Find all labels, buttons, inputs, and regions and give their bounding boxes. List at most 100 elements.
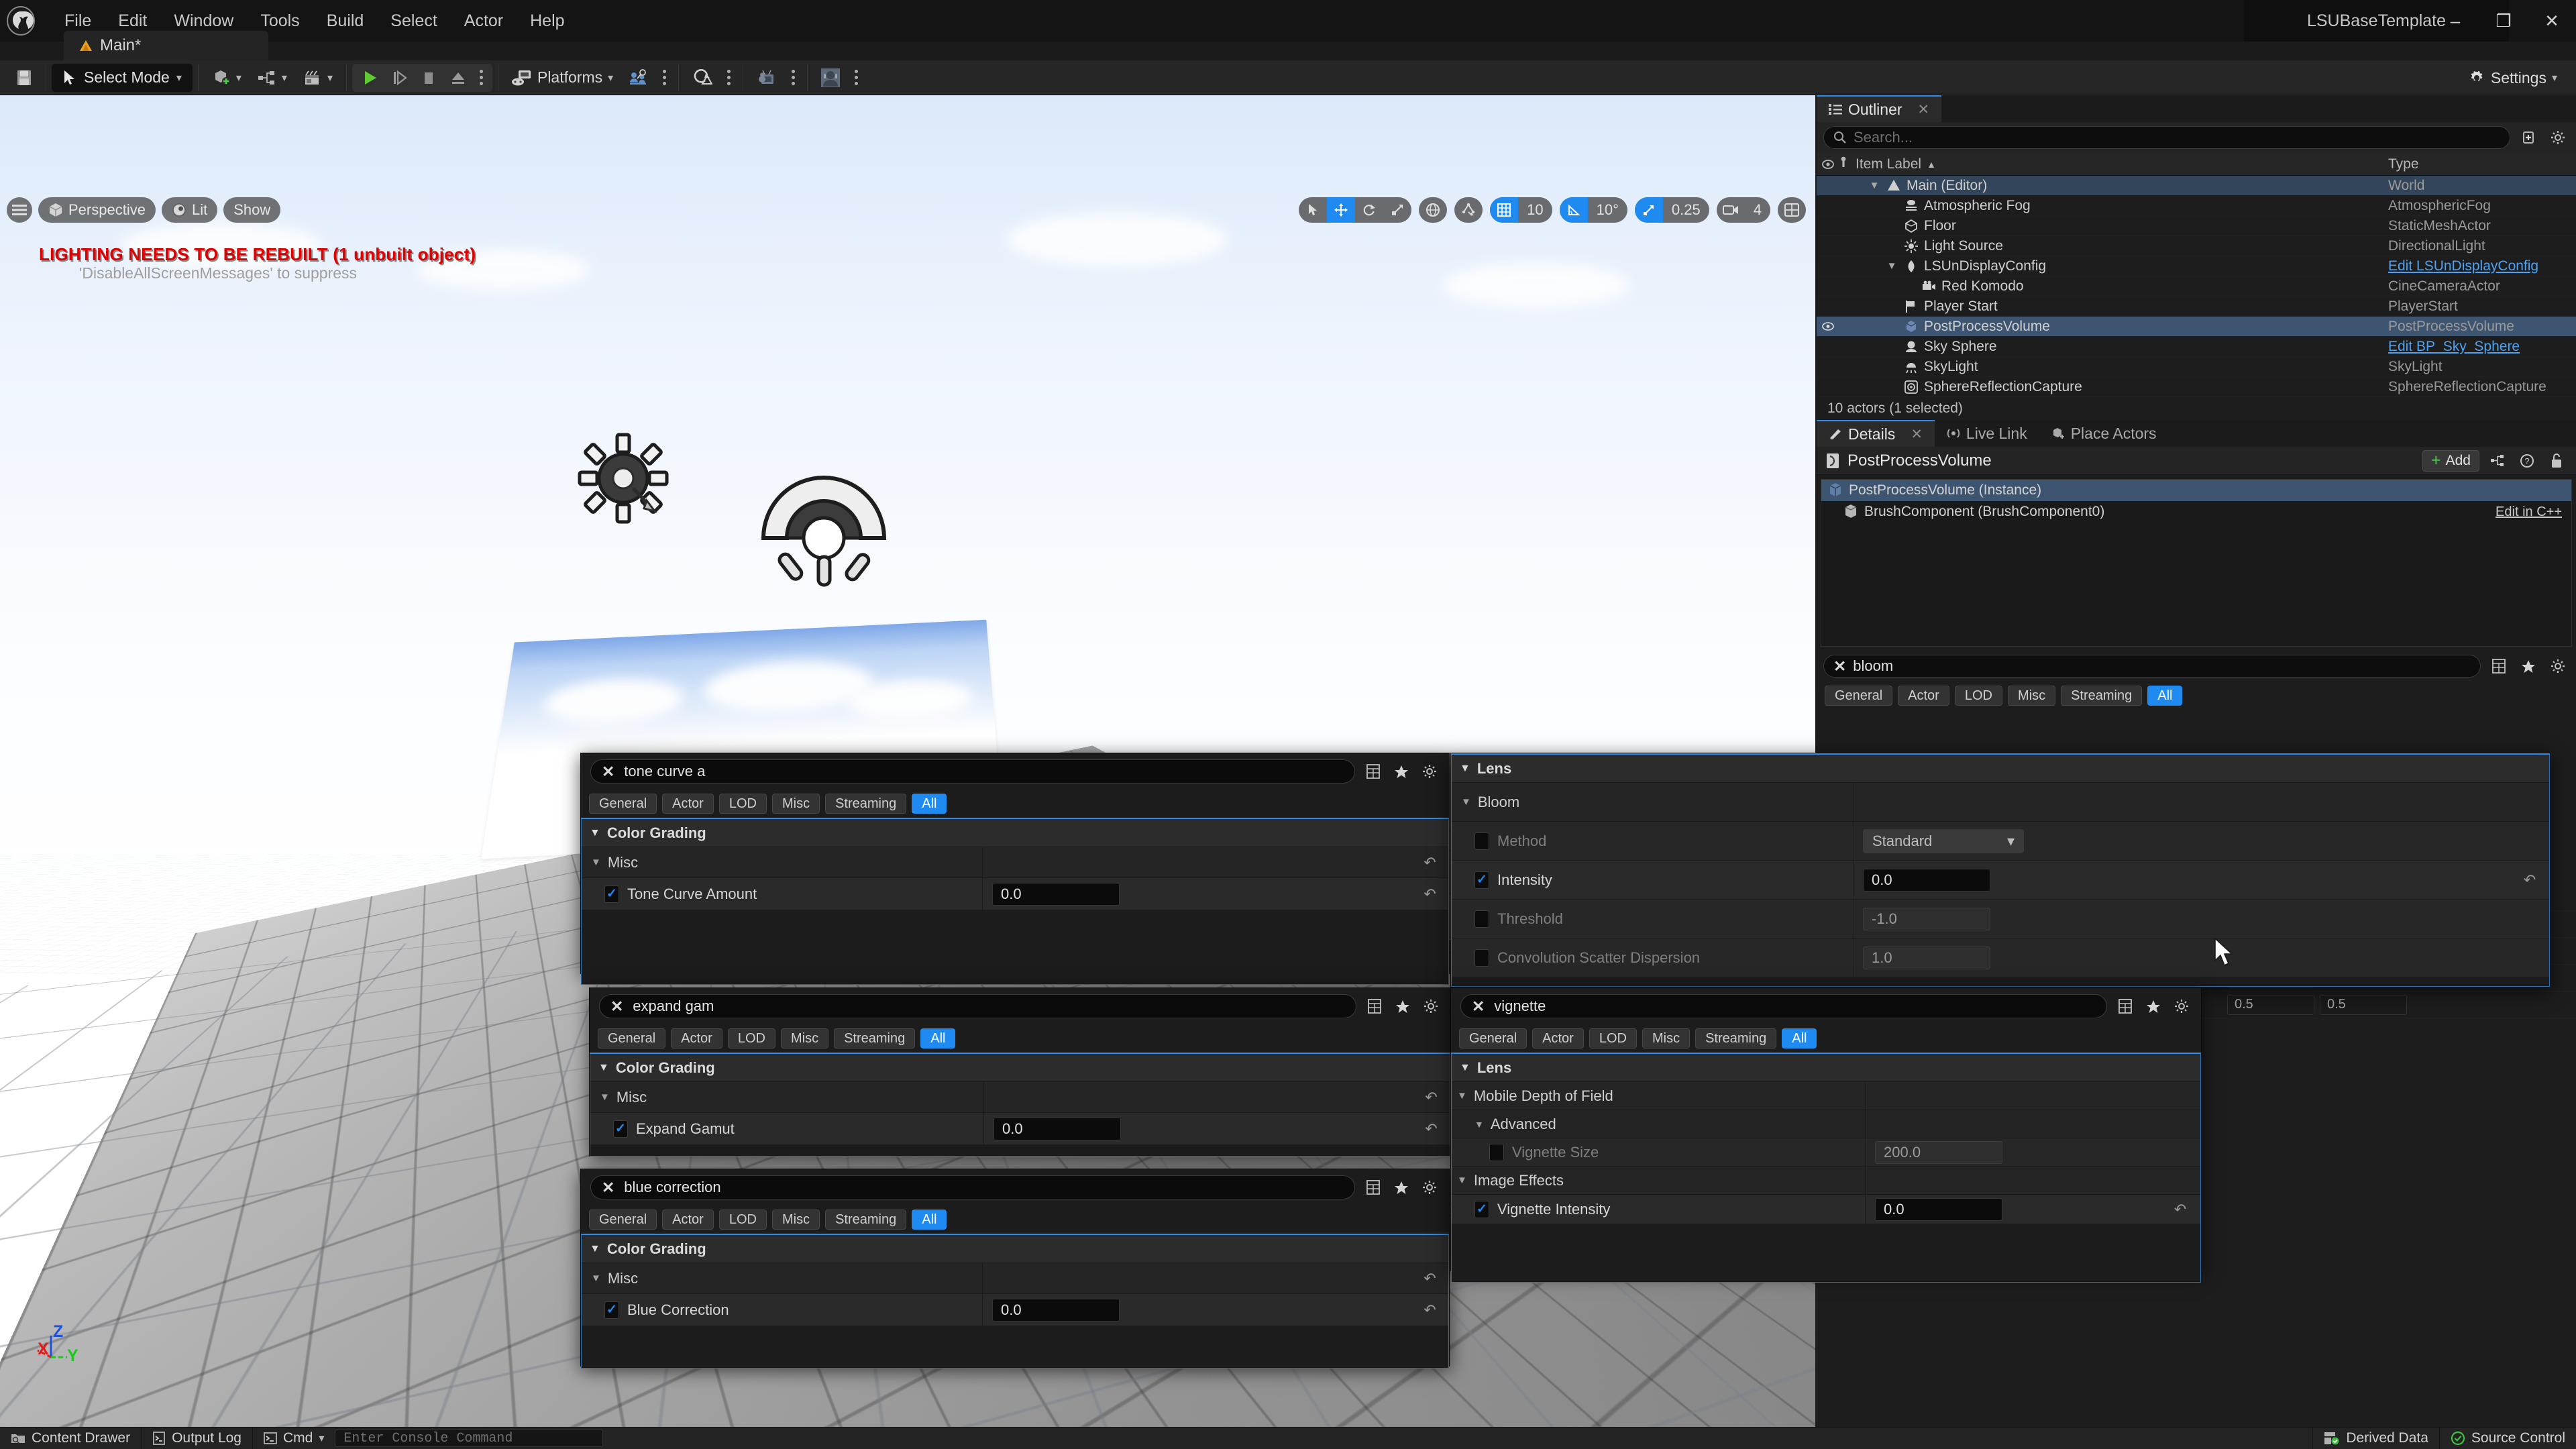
component-row-brush[interactable]: BrushComponent (BrushComponent0) Edit in… [1821, 501, 2571, 523]
cinematics-button[interactable]: ▾ [295, 64, 341, 92]
property-value-input-x[interactable]: 0.5 [2227, 994, 2314, 1015]
property-expand-gamut[interactable]: ✓ Expand Gamut 0.0 ↶ [590, 1113, 1450, 1145]
blue-correction-filter-actor[interactable]: Actor [662, 1210, 714, 1230]
tone-curve-filter-actor[interactable]: Actor [662, 794, 714, 814]
property-checkbox[interactable]: ✓ [1489, 1143, 1504, 1161]
blue-correction-filter-all[interactable]: All [912, 1210, 947, 1230]
details-filter-misc[interactable]: Misc [2007, 686, 2056, 706]
vignette-filter-all[interactable]: All [1782, 1028, 1817, 1049]
expand-collapse-icon[interactable]: ▼ [1885, 260, 1898, 272]
property-blue-correction[interactable]: ✓ Blue Correction 0.0 ↶ [582, 1294, 1448, 1326]
blue-correction-filter-misc[interactable]: Misc [771, 1210, 820, 1230]
property-dropdown[interactable]: Standard ▾ [1863, 828, 2024, 853]
vp-options-kebab[interactable] [785, 70, 802, 85]
columns-icon[interactable] [1363, 764, 1383, 779]
platforms-button[interactable]: Platforms ▾ [504, 64, 621, 92]
outliner-col-type[interactable]: Type [2388, 156, 2576, 172]
details-filter-lod[interactable]: LOD [1954, 686, 2002, 706]
menu-build[interactable]: Build [313, 0, 378, 42]
reset-arrow-icon[interactable]: ↶ [1411, 885, 1448, 903]
close-icon[interactable]: ✕ [1918, 101, 1930, 118]
derived-data-button[interactable]: Derived Data [2312, 1427, 2439, 1449]
category-lens[interactable]: ▼ Lens [1452, 755, 2549, 783]
reset-arrow-icon[interactable]: ↶ [1411, 1301, 1448, 1319]
select-mode-button[interactable]: Select Mode ▾ [52, 63, 193, 92]
tone-curve-filter-general[interactable]: General [589, 794, 657, 814]
columns-icon[interactable] [2115, 999, 2135, 1014]
outliner-row-postprocessvolume[interactable]: PostProcessVolume PostProcessVolume [1817, 317, 2576, 337]
outliner-row-spherereflectioncapture[interactable]: SphereReflectionCapture SphereReflectionC… [1817, 377, 2576, 397]
vignette-filter-general[interactable]: General [1459, 1028, 1527, 1049]
camera-speed-value[interactable]: 4 [1745, 201, 1770, 219]
vignette-window[interactable]: ✕ vignette General Actor LOD Misc Streaming A… [1450, 987, 2202, 1283]
property-value-input-y[interactable]: 0.5 [2320, 994, 2407, 1015]
menu-select[interactable]: Select [377, 0, 450, 42]
property-checkbox[interactable]: ✓ [604, 885, 619, 903]
property-intensity[interactable]: ✓ Intensity 0.0 ↶ [1452, 861, 2549, 900]
scale-snap-value[interactable]: 0.25 [1663, 201, 1709, 219]
property-convolution-scatter-dispersion[interactable]: ✓ Convolution Scatter Dispersion 1.0 [1452, 938, 2549, 977]
viewport-perspective-button[interactable]: Perspective [38, 197, 156, 223]
subcategory-bloom[interactable]: ▼ Bloom [1452, 783, 2549, 822]
property-tone-curve-amount[interactable]: ✓ Tone Curve Amount 0.0 ↶ [582, 878, 1448, 910]
unreal-engine-logo-icon[interactable] [0, 0, 42, 42]
category-color-grading[interactable]: ▼ Color Grading [590, 1054, 1450, 1082]
clear-x-icon[interactable]: ✕ [602, 763, 614, 781]
property-value-input[interactable]: 0.0 [1863, 868, 1990, 892]
tab-details[interactable]: Details ✕ [1817, 420, 1935, 447]
angle-snap-icon[interactable] [1559, 197, 1588, 223]
unlock-icon[interactable] [2545, 450, 2568, 472]
eject-icon[interactable] [443, 64, 473, 91]
expand-gamut-filter-streaming[interactable]: Streaming [834, 1028, 916, 1049]
vignette-filter-actor[interactable]: Actor [1532, 1028, 1584, 1049]
tone-curve-filter-misc[interactable]: Misc [771, 794, 820, 814]
expand-gamut-filter-misc[interactable]: Misc [780, 1028, 829, 1049]
details-filter-actor[interactable]: Actor [1898, 686, 1949, 706]
build-lighting-button[interactable] [684, 64, 720, 92]
stop-icon[interactable] [414, 64, 443, 91]
expand-gamut-search-input[interactable]: ✕ expand gam [599, 994, 1356, 1018]
reset-arrow-icon[interactable]: ↶ [2510, 871, 2549, 889]
play-icon[interactable] [355, 64, 384, 91]
vignette-filter-misc[interactable]: Misc [1642, 1028, 1690, 1049]
outliner-search-input[interactable]: Search... [1823, 126, 2510, 149]
virtual-production-button[interactable] [749, 64, 785, 92]
avatar-options-kebab[interactable] [848, 70, 865, 85]
outliner-row-light-source[interactable]: Light Source DirectionalLight [1817, 236, 2576, 256]
vignette-filter-lod[interactable]: LOD [1589, 1028, 1637, 1049]
blue-correction-filter-streaming[interactable]: Streaming [825, 1210, 907, 1230]
vignette-search-input[interactable]: ✕ vignette [1460, 994, 2107, 1018]
grid-snap-value[interactable]: 10 [1518, 201, 1552, 219]
outliner-row-red-komodo[interactable]: Red Komodo CineCameraActor [1817, 276, 2576, 297]
category-color-grading[interactable]: ▼ Color Grading [582, 1235, 1448, 1263]
subcategory-misc[interactable]: ▼ Misc ↶ [582, 847, 1448, 878]
source-control-button[interactable]: Source Control [2438, 1427, 2576, 1449]
expand-gamut-window[interactable]: ✕ expand gam General Actor LOD Misc Streamin… [589, 987, 1451, 1157]
user-avatar[interactable] [813, 64, 848, 92]
close-icon[interactable]: ✕ [1911, 426, 1923, 443]
gear-icon[interactable] [2546, 655, 2569, 677]
outliner-row-player-start[interactable]: Player Start PlayerStart [1817, 297, 2576, 317]
property-checkbox[interactable]: ✓ [1474, 1200, 1489, 1218]
clear-x-icon[interactable]: ✕ [1472, 998, 1485, 1016]
bloom-lens-window[interactable]: ▼ Lens ▼ Bloom ✓ Method Standard ▾ ✓ Intensit… [1450, 753, 2551, 987]
cmd-button[interactable]: Cmd ▾ [253, 1428, 335, 1449]
content-drawer-button[interactable]: Content Drawer [0, 1427, 142, 1449]
play-options-kebab[interactable] [473, 70, 490, 85]
multi-user-options-kebab[interactable] [656, 70, 673, 85]
clear-x-icon[interactable]: ✕ [1833, 657, 1846, 676]
category-color-grading[interactable]: ▼ Color Grading [582, 819, 1448, 847]
vignette-filter-streaming[interactable]: Streaming [1695, 1028, 1777, 1049]
property-checkbox[interactable]: ✓ [613, 1120, 628, 1138]
reset-arrow-icon[interactable]: ↶ [1413, 1120, 1450, 1138]
property-value-input[interactable]: 1.0 [1863, 946, 1990, 969]
build-options-kebab[interactable] [720, 70, 737, 85]
columns-icon[interactable] [1364, 999, 1385, 1014]
viewport-show-button[interactable]: Show [223, 197, 281, 223]
world-space-icon[interactable] [1419, 197, 1447, 223]
property-checkbox[interactable]: ✓ [604, 1301, 619, 1319]
property-checkbox[interactable]: ✓ [1474, 910, 1489, 928]
outliner-row-floor[interactable]: Floor StaticMeshActor [1817, 216, 2576, 236]
outliner-col-item-label[interactable]: Item Label [1856, 156, 1921, 172]
blue-correction-search-input[interactable]: ✕ blue correction [590, 1175, 1355, 1199]
